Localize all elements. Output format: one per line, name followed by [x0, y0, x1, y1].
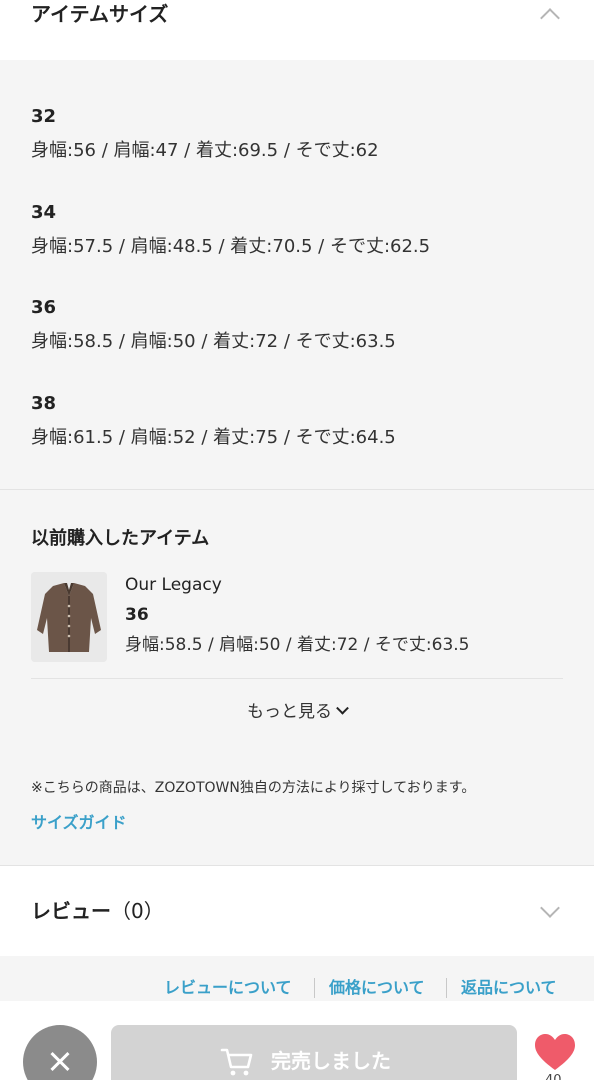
- about-reviews-link[interactable]: レビューについて: [164, 976, 292, 1000]
- previous-item-measurements: 身幅:58.5 / 肩幅:50 / 着丈:72 / そで丈:63.5: [125, 635, 470, 655]
- item-size-header[interactable]: アイテムサイズ: [0, 0, 594, 60]
- size-label: 34: [31, 202, 57, 223]
- previous-purchase-title: 以前購入したアイテム: [31, 528, 210, 549]
- chevron-down-icon: [336, 701, 349, 715]
- favorite-count: 40: [545, 1073, 562, 1080]
- size-measurements: 身幅:58.5 / 肩幅:50 / 着丈:72 / そで丈:63.5: [31, 331, 396, 352]
- review-title: レビュー（0）: [31, 898, 164, 924]
- size-label: 32: [31, 106, 57, 127]
- size-entry: 34 身幅:57.5 / 肩幅:48.5 / 着丈:70.5 / そで丈:62.…: [31, 202, 430, 258]
- size-measurements: 身幅:61.5 / 肩幅:52 / 着丈:75 / そで丈:64.5: [31, 427, 396, 448]
- product-thumbnail[interactable]: [31, 572, 107, 662]
- footer-links: レビューについて 価格について 返品について: [0, 976, 594, 1002]
- review-title-label: レビュー: [31, 899, 111, 923]
- section-divider: [0, 489, 594, 490]
- bottom-action-bar: 完売しました 40: [0, 1001, 594, 1080]
- see-more-button[interactable]: もっと見る: [0, 700, 594, 724]
- heart-icon[interactable]: [534, 1033, 576, 1073]
- chevron-up-icon[interactable]: [540, 8, 560, 28]
- previous-item-brand: Our Legacy: [125, 575, 222, 595]
- see-more-label: もっと見る: [247, 702, 332, 722]
- item-divider: [31, 678, 563, 679]
- size-entry: 38 身幅:61.5 / 肩幅:52 / 着丈:75 / そで丈:64.5: [31, 393, 396, 449]
- size-measurements: 身幅:56 / 肩幅:47 / 着丈:69.5 / そで丈:62: [31, 140, 379, 161]
- review-count: （0）: [111, 899, 164, 923]
- about-price-link[interactable]: 価格について: [329, 976, 425, 1000]
- size-guide-link[interactable]: サイズガイド: [31, 812, 127, 834]
- sold-out-label: 完売しました: [271, 1049, 391, 1073]
- size-label: 38: [31, 393, 57, 414]
- cardigan-image: [31, 572, 107, 662]
- item-size-title: アイテムサイズ: [31, 2, 169, 26]
- size-list: 32 身幅:56 / 肩幅:47 / 着丈:69.5 / そで丈:62 34 身…: [0, 60, 594, 490]
- measurement-note: ※こちらの商品は、ZOZOTOWN独自の方法により採寸しております。: [31, 780, 476, 796]
- previous-item-size: 36: [125, 605, 149, 625]
- size-entry: 32 身幅:56 / 肩幅:47 / 着丈:69.5 / そで丈:62: [31, 106, 379, 162]
- link-separator: [446, 978, 447, 998]
- product-detail-page: アイテムサイズ 32 身幅:56 / 肩幅:47 / 着丈:69.5 / そで丈…: [0, 0, 594, 1080]
- size-entry: 36 身幅:58.5 / 肩幅:50 / 着丈:72 / そで丈:63.5: [31, 297, 396, 353]
- chevron-down-icon[interactable]: [540, 898, 560, 918]
- size-label: 36: [31, 297, 57, 318]
- cart-icon: [220, 1048, 253, 1076]
- about-returns-link[interactable]: 返品について: [461, 976, 557, 1000]
- link-separator: [314, 978, 315, 998]
- sold-out-button[interactable]: 完売しました: [111, 1025, 517, 1080]
- close-button[interactable]: [23, 1025, 97, 1080]
- size-measurements: 身幅:57.5 / 肩幅:48.5 / 着丈:70.5 / そで丈:62.5: [31, 236, 431, 257]
- review-section-header[interactable]: レビュー（0）: [0, 866, 594, 956]
